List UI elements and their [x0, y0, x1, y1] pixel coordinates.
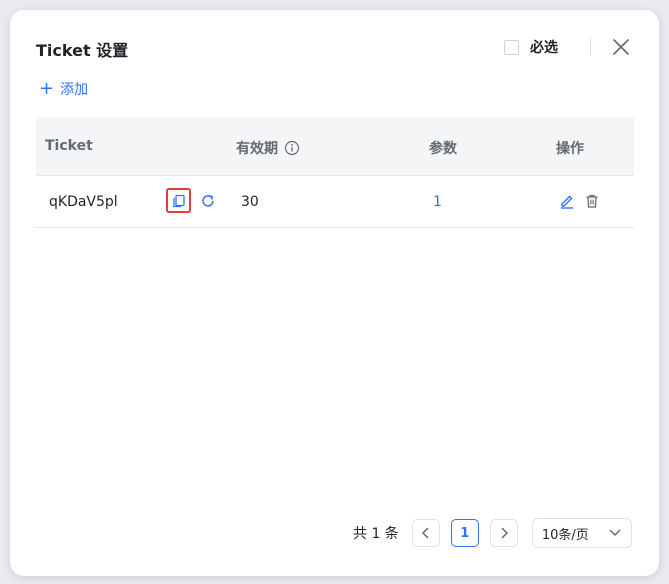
column-ticket: Ticket: [45, 138, 93, 154]
required-label: 必选: [530, 40, 558, 56]
validity-value: 30: [241, 194, 259, 210]
delete-icon: [586, 194, 598, 208]
edit-button[interactable]: [558, 192, 576, 210]
info-icon: [284, 140, 300, 156]
page-size-select[interactable]: 10条/页: [531, 518, 632, 548]
plus-icon: +: [39, 78, 55, 99]
ticket-value: qKDaV5pl: [49, 194, 118, 210]
required-toggle[interactable]: 必选: [504, 37, 558, 57]
copy-button[interactable]: [166, 188, 191, 213]
close-button[interactable]: [610, 36, 632, 58]
refresh-button[interactable]: [199, 192, 217, 210]
chevron-down-icon: [609, 529, 621, 537]
edit-icon: [561, 195, 573, 209]
dialog-title: Ticket 设置: [36, 41, 129, 60]
pagination: 共 1 条 1 10条/页: [353, 518, 632, 548]
table-row: qKDaV5pl 30 1: [36, 176, 634, 228]
add-label: 添加: [60, 82, 89, 98]
total-count: 共 1 条: [353, 526, 399, 542]
refresh-icon: [202, 195, 214, 207]
chevron-right-icon: [501, 527, 508, 539]
prev-page-button[interactable]: [411, 519, 440, 547]
table-header: Ticket 有效期 参数 操作: [36, 117, 634, 176]
params-link[interactable]: 1: [433, 194, 442, 210]
close-icon: [613, 39, 629, 55]
column-validity-label: 有效期: [236, 141, 278, 157]
column-params: 参数: [429, 141, 457, 157]
ticket-settings-dialog: Ticket 设置 必选 + 添加 Ticket 有效期 参数 操作 qKDaV…: [10, 10, 659, 576]
required-checkbox[interactable]: [504, 39, 519, 55]
page-1-button[interactable]: 1: [450, 519, 479, 547]
page-size-value: 10条/页: [541, 527, 589, 543]
delete-button[interactable]: [583, 192, 601, 210]
column-validity: 有效期: [236, 138, 300, 158]
chevron-left-icon: [421, 527, 429, 539]
next-page-button[interactable]: [489, 519, 518, 547]
copy-icon: [172, 194, 185, 207]
column-actions: 操作: [556, 141, 584, 157]
add-button[interactable]: + 添加: [39, 79, 88, 99]
header-divider: [590, 38, 591, 56]
